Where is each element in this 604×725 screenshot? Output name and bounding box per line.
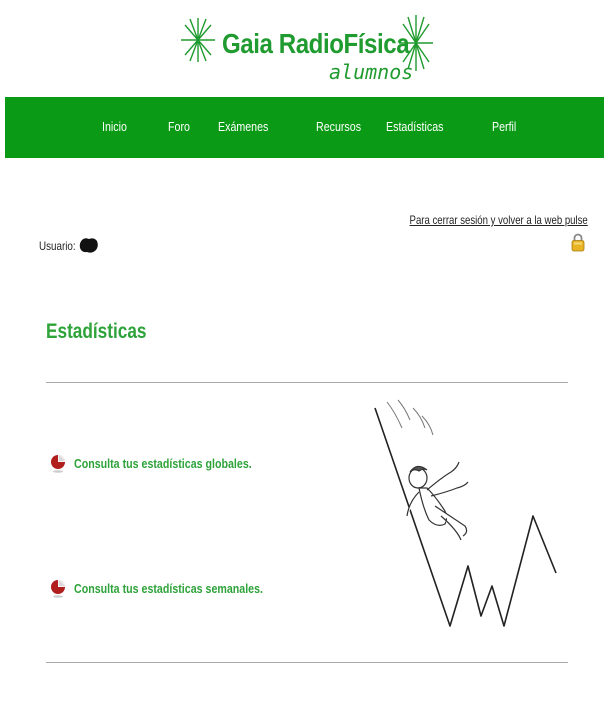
falling-person-illustration <box>374 399 557 627</box>
redacted-username <box>79 238 98 253</box>
divider-top <box>46 382 568 383</box>
user-label: Usuario: <box>39 239 76 253</box>
pie-chart-icon <box>51 455 65 473</box>
divider-bottom <box>46 662 568 663</box>
main-nav: Inicio Foro Exámenes Recursos Estadístic… <box>5 97 604 158</box>
logout-link[interactable]: Para cerrar sesión y volver a la web pul… <box>410 213 588 227</box>
user-info: Usuario: <box>39 238 98 253</box>
weekly-stats-link[interactable]: Consulta tus estadísticas semanales. <box>50 576 304 600</box>
sparkle-right-icon <box>399 15 433 71</box>
sparkle-left-icon <box>181 18 215 62</box>
global-stats-label: Consulta tus estadísticas globales. <box>74 455 252 471</box>
site-title: Gaia RadioFísica <box>222 28 410 59</box>
weekly-stats-label: Consulta tus estadísticas semanales. <box>74 580 263 596</box>
lock-icon[interactable] <box>571 232 585 252</box>
pie-chart-icon <box>51 580 65 598</box>
nav-item-inicio[interactable]: Inicio <box>102 119 127 134</box>
nav-item-foro[interactable]: Foro <box>168 119 190 134</box>
site-logo: Gaia RadioFísica alumnos <box>0 0 604 97</box>
page-title: Estadísticas <box>46 320 147 343</box>
nav-item-estadisticas[interactable]: Estadísticas <box>386 119 443 134</box>
nav-item-perfil[interactable]: Perfil <box>492 119 516 134</box>
nav-item-recursos[interactable]: Recursos <box>316 119 361 134</box>
global-stats-link[interactable]: Consulta tus estadísticas globales. <box>50 451 291 475</box>
nav-item-examenes[interactable]: Exámenes <box>218 119 268 134</box>
